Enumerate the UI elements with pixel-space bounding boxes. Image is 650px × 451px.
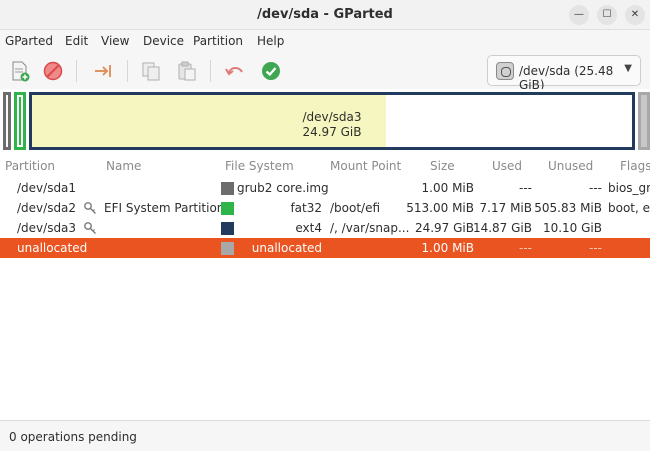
- name-cell: EFI System Partition: [104, 201, 225, 215]
- filesystem-cell: ext4: [295, 221, 322, 235]
- maximize-button[interactable]: ☐: [597, 5, 617, 25]
- key-icon: [84, 222, 96, 234]
- table-row-selected[interactable]: unallocated unallocated 1.00 MiB --- ---: [0, 238, 650, 258]
- device-selector-label: /dev/sda (25.48 GiB): [519, 64, 614, 92]
- used-cell: ---: [519, 241, 532, 255]
- menu-bar: GParted Edit View Device Partition Help: [0, 30, 650, 52]
- partition-map-unallocated[interactable]: [638, 92, 650, 150]
- filesystem-color-swatch: [221, 242, 234, 255]
- column-name[interactable]: Name: [106, 159, 141, 173]
- partition-cell: /dev/sda3: [17, 221, 77, 235]
- copy-button[interactable]: [138, 58, 164, 84]
- toolbar-separator: [210, 60, 211, 82]
- apply-button[interactable]: [258, 58, 284, 84]
- filesystem-color-swatch: [221, 202, 234, 215]
- menu-gparted[interactable]: GParted: [5, 34, 53, 48]
- menu-edit[interactable]: Edit: [65, 34, 88, 48]
- partition-map: /dev/sda3 24.97 GiB: [0, 89, 650, 155]
- used-cell: ---: [519, 181, 532, 195]
- flags-cell: boot, es: [608, 201, 650, 215]
- minimize-button[interactable]: —: [569, 5, 589, 25]
- undo-icon: [225, 67, 243, 76]
- size-cell: 513.00 MiB: [406, 201, 474, 215]
- title-bar: /dev/sda - GParted — ☐ ✕: [0, 0, 650, 30]
- partition-cell: unallocated: [17, 241, 88, 255]
- new-partition-button[interactable]: [7, 58, 33, 84]
- menu-device[interactable]: Device: [143, 34, 184, 48]
- toolbar-separator: [76, 60, 77, 82]
- partition-cell: /dev/sda1: [17, 181, 77, 195]
- mount-point-cell: /, /var/snap...: [330, 221, 410, 235]
- table-header: Partition Name File System Mount Point S…: [0, 155, 650, 177]
- filesystem-cell: fat32: [290, 201, 322, 215]
- column-mount-point[interactable]: Mount Point: [330, 159, 401, 173]
- paste-icon: [178, 61, 196, 81]
- resize-move-button[interactable]: [90, 58, 116, 84]
- filesystem-cell: grub2 core.img: [237, 181, 329, 195]
- partition-map-sda2[interactable]: [14, 92, 26, 150]
- partition-map-sda3[interactable]: /dev/sda3 24.97 GiB: [29, 92, 635, 150]
- size-cell: 24.97 GiB: [414, 221, 474, 235]
- table-row[interactable]: /dev/sda2 EFI System Partition fat32 /bo…: [0, 198, 650, 218]
- used-cell: 7.17 MiB: [479, 201, 532, 215]
- column-size[interactable]: Size: [430, 159, 455, 173]
- sda3-map-name: /dev/sda3: [302, 110, 362, 124]
- filesystem-color-swatch: [221, 222, 234, 235]
- apply-icon: [262, 62, 280, 80]
- delete-partition-button[interactable]: [40, 58, 66, 84]
- size-cell: 1.00 MiB: [421, 181, 474, 195]
- window-title: /dev/sda - GParted: [257, 7, 393, 22]
- column-file-system[interactable]: File System: [225, 159, 294, 173]
- filesystem-cell: unallocated: [251, 241, 322, 255]
- column-unused[interactable]: Unused: [548, 159, 593, 173]
- table-row[interactable]: /dev/sda3 ext4 /, /var/snap... 24.97 GiB…: [0, 218, 650, 238]
- chevron-down-icon: ▼: [624, 63, 632, 74]
- unused-cell: 10.10 GiB: [542, 221, 602, 235]
- flags-cell: bios_gr: [608, 181, 650, 195]
- key-icon: [84, 202, 96, 214]
- partition-map-sda1[interactable]: [3, 92, 11, 150]
- unused-cell: ---: [589, 241, 602, 255]
- status-bar: 0 operations pending: [0, 420, 650, 451]
- column-used[interactable]: Used: [492, 159, 522, 173]
- sda3-map-size: 24.97 GiB: [302, 125, 362, 139]
- close-button[interactable]: ✕: [625, 5, 645, 25]
- unused-cell: 505.83 MiB: [534, 201, 602, 215]
- maximize-icon: ☐: [602, 9, 612, 20]
- size-cell: 1.00 MiB: [421, 241, 474, 255]
- mount-point-cell: /boot/efi: [330, 201, 381, 215]
- copy-icon: [142, 62, 160, 81]
- used-cell: 14.87 GiB: [472, 221, 532, 235]
- toolbar-separator: [127, 60, 128, 82]
- menu-partition[interactable]: Partition: [193, 34, 243, 48]
- new-partition-icon: [12, 61, 30, 82]
- device-selector[interactable]: /dev/sda (25.48 GiB) ▼: [487, 55, 641, 92]
- resize-move-icon: [95, 65, 111, 77]
- partition-cell: /dev/sda2: [17, 201, 77, 215]
- filesystem-color-swatch: [221, 182, 234, 195]
- delete-icon: [43, 61, 63, 81]
- table-row[interactable]: /dev/sda1 grub2 core.img 1.00 MiB --- --…: [0, 178, 650, 198]
- unused-cell: ---: [589, 181, 602, 195]
- menu-help[interactable]: Help: [257, 34, 284, 48]
- minimize-icon: —: [574, 9, 584, 20]
- close-icon: ✕: [630, 9, 640, 20]
- undo-button[interactable]: [222, 58, 248, 84]
- paste-button[interactable]: [174, 58, 200, 84]
- column-flags[interactable]: Flags: [620, 159, 650, 173]
- status-text: 0 operations pending: [9, 430, 137, 444]
- column-partition[interactable]: Partition: [5, 159, 55, 173]
- menu-view[interactable]: View: [101, 34, 129, 48]
- disk-icon: [496, 62, 514, 80]
